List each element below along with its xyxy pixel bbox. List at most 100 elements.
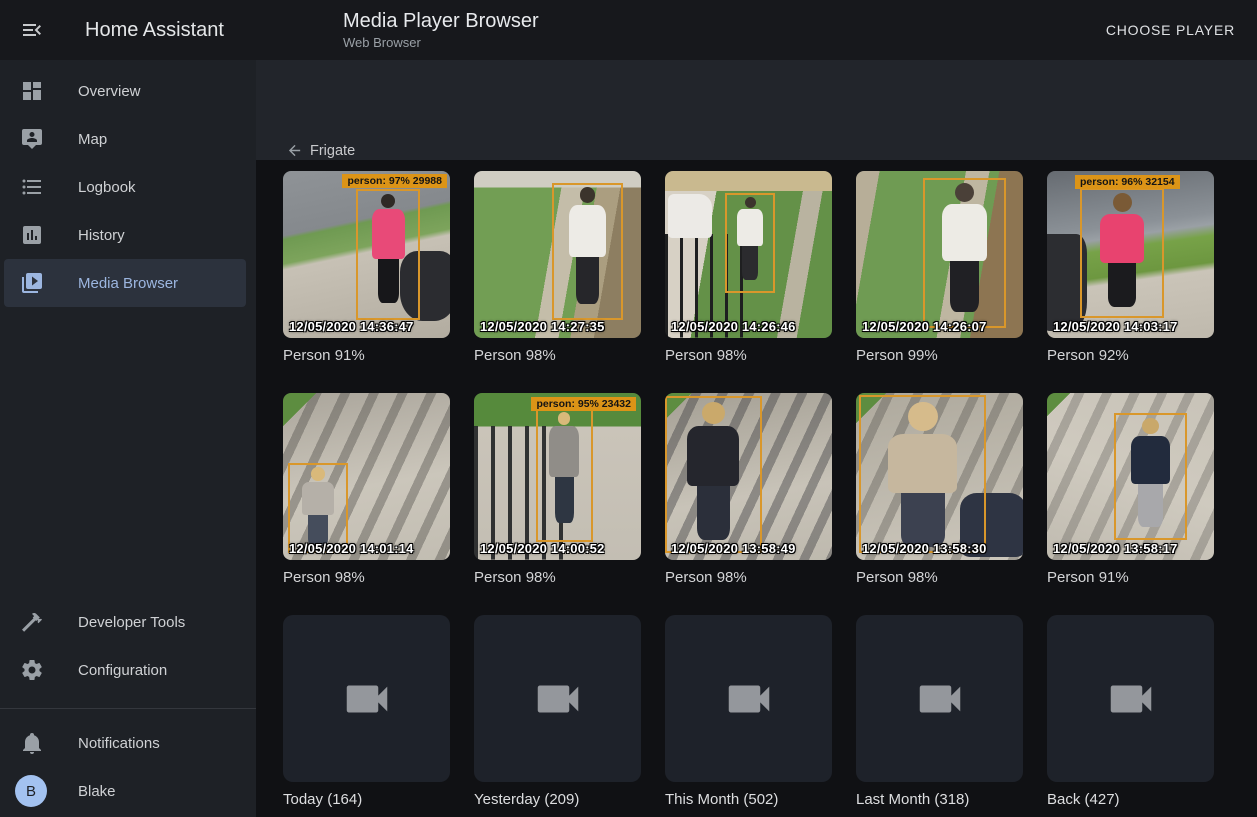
clip-caption: Person 91%: [283, 347, 450, 365]
sidebar-item-configuration[interactable]: Configuration: [0, 646, 256, 694]
detection-bounding-box: [665, 396, 762, 553]
clip-thumbnail: 12/05/2020 14:26:07: [856, 171, 1023, 338]
choose-player-button[interactable]: CHOOSE PLAYER: [1098, 14, 1243, 46]
sidebar-item-notifications[interactable]: Notifications: [0, 719, 256, 767]
person-figure: [925, 180, 1005, 326]
clip-caption: Person 98%: [474, 569, 641, 587]
folder-tile: [283, 615, 450, 782]
clip-thumbnail: 12/05/2020 14:26:46: [665, 171, 832, 338]
app-title: Home Assistant: [85, 19, 224, 42]
sidebar-spacer: [0, 307, 256, 598]
page-subtitle: Web Browser: [343, 35, 539, 51]
folder-tile: [474, 615, 641, 782]
video-icon: [340, 672, 394, 726]
folder-label: Back (427): [1047, 791, 1214, 809]
detection-bounding-box: [552, 183, 622, 320]
play-box-multiple-icon: [20, 271, 44, 295]
menu-open-icon[interactable]: [20, 18, 44, 42]
folder-label: Last Month (318): [856, 791, 1023, 809]
folder-tile: [856, 615, 1023, 782]
sidebar-item-label: Developer Tools: [78, 614, 185, 631]
video-icon: [913, 672, 967, 726]
folder-tile: [1047, 615, 1214, 782]
sidebar-item-label: History: [78, 227, 125, 244]
sidebar-item-label: Overview: [78, 83, 141, 100]
clip-item[interactable]: 12/05/2020 14:26:46 Person 98%: [665, 171, 832, 365]
sidebar-item-label: Media Browser: [78, 275, 178, 292]
sidebar-item-label: Configuration: [78, 662, 167, 679]
clip-item[interactable]: person: 97% 29988 12/05/2020 14:36:47 Pe…: [283, 171, 450, 365]
clip-thumbnail: 12/05/2020 13:58:49: [665, 393, 832, 560]
clip-caption: Person 92%: [1047, 347, 1214, 365]
person-figure: [861, 397, 984, 552]
clip-item[interactable]: 12/05/2020 14:26:07 Person 99%: [856, 171, 1023, 365]
arrow-left-icon: [286, 142, 303, 159]
person-figure: [538, 410, 591, 540]
sidebar-item-map[interactable]: Map: [0, 115, 256, 163]
sidebar-item-label: Logbook: [78, 179, 136, 196]
detection-bounding-box: [1114, 413, 1187, 540]
timestamp-overlay: 12/05/2020 14:01:14: [289, 541, 414, 556]
clip-thumbnail: person: 96% 32154 12/05/2020 14:03:17: [1047, 171, 1214, 338]
clip-thumbnail: person: 95% 23432 12/05/2020 14:00:52: [474, 393, 641, 560]
folder-item-last-month[interactable]: Last Month (318): [856, 615, 1023, 809]
breadcrumb[interactable]: Frigate: [286, 142, 355, 159]
detection-tag: person: 96% 32154: [1075, 175, 1180, 189]
clip-caption: Person 98%: [283, 569, 450, 587]
sidebar-item-developer-tools[interactable]: Developer Tools: [0, 598, 256, 646]
tooltip-account-icon: [20, 127, 44, 151]
timestamp-overlay: 12/05/2020 13:58:17: [1053, 541, 1178, 556]
sidebar: Overview Map Logbook History Media Brows…: [0, 60, 256, 817]
sidebar-item-history[interactable]: History: [0, 211, 256, 259]
clip-caption: Person 98%: [856, 569, 1023, 587]
gear-icon: [20, 658, 44, 682]
view-dashboard-icon: [20, 79, 44, 103]
clip-thumbnail: 12/05/2020 14:01:14: [283, 393, 450, 560]
timestamp-overlay: 12/05/2020 13:58:30: [862, 541, 987, 556]
sidebar-item-overview[interactable]: Overview: [0, 67, 256, 115]
clip-thumbnail: 12/05/2020 13:58:30: [856, 393, 1023, 560]
clip-item[interactable]: 12/05/2020 14:01:14 Person 98%: [283, 393, 450, 587]
clip-item[interactable]: 12/05/2020 14:27:35 Person 98%: [474, 171, 641, 365]
page-title: Media Player Browser: [343, 9, 539, 33]
clip-thumbnail: person: 97% 29988 12/05/2020 14:36:47: [283, 171, 450, 338]
video-icon: [722, 672, 776, 726]
detection-bounding-box: [725, 193, 775, 293]
folder-label: This Month (502): [665, 791, 832, 809]
media-grid: person: 97% 29988 12/05/2020 14:36:47 Pe…: [256, 160, 1257, 809]
main-content: Frigate Clips (820) person: 97% 29988 12…: [256, 60, 1257, 817]
clip-item[interactable]: 12/05/2020 13:58:30 Person 98%: [856, 393, 1023, 587]
hammer-icon: [20, 610, 44, 634]
folder-item-this-month[interactable]: This Month (502): [665, 615, 832, 809]
sidebar-item-user[interactable]: B Blake: [0, 767, 256, 815]
person-figure: [358, 191, 417, 317]
folder-label: Today (164): [283, 791, 450, 809]
user-name: Blake: [78, 783, 116, 800]
detection-tag: person: 95% 23432: [531, 397, 636, 411]
list-bulleted-icon: [20, 175, 44, 199]
clip-item[interactable]: person: 96% 32154 12/05/2020 14:03:17 Pe…: [1047, 171, 1214, 365]
sidebar-item-media-browser[interactable]: Media Browser: [4, 259, 246, 307]
chart-box-icon: [20, 223, 44, 247]
media-grid-area: person: 97% 29988 12/05/2020 14:36:47 Pe…: [256, 160, 1257, 817]
clip-item[interactable]: person: 95% 23432 12/05/2020 14:00:52 Pe…: [474, 393, 641, 587]
folder-item-yesterday[interactable]: Yesterday (209): [474, 615, 641, 809]
folder-label: Yesterday (209): [474, 791, 641, 809]
sidebar-secondary-nav: Developer Tools Configuration: [0, 598, 256, 694]
folder-item-today[interactable]: Today (164): [283, 615, 450, 809]
breadcrumb-label: Frigate: [310, 143, 355, 159]
timestamp-overlay: 12/05/2020 14:26:46: [671, 319, 796, 334]
video-icon: [531, 672, 585, 726]
sidebar-header: Home Assistant: [0, 18, 256, 42]
detection-bounding-box: [859, 395, 986, 554]
detection-bounding-box: [536, 408, 593, 542]
person-figure: [290, 465, 346, 551]
clip-item[interactable]: 12/05/2020 13:58:17 Person 91%: [1047, 393, 1214, 587]
sidebar-item-logbook[interactable]: Logbook: [0, 163, 256, 211]
avatar: B: [15, 775, 47, 807]
clip-caption: Person 98%: [665, 347, 832, 365]
sidebar-item-label: Map: [78, 131, 107, 148]
clip-item[interactable]: 12/05/2020 13:58:49 Person 98%: [665, 393, 832, 587]
folder-item-back[interactable]: Back (427): [1047, 615, 1214, 809]
timestamp-overlay: 12/05/2020 14:00:52: [480, 541, 605, 556]
